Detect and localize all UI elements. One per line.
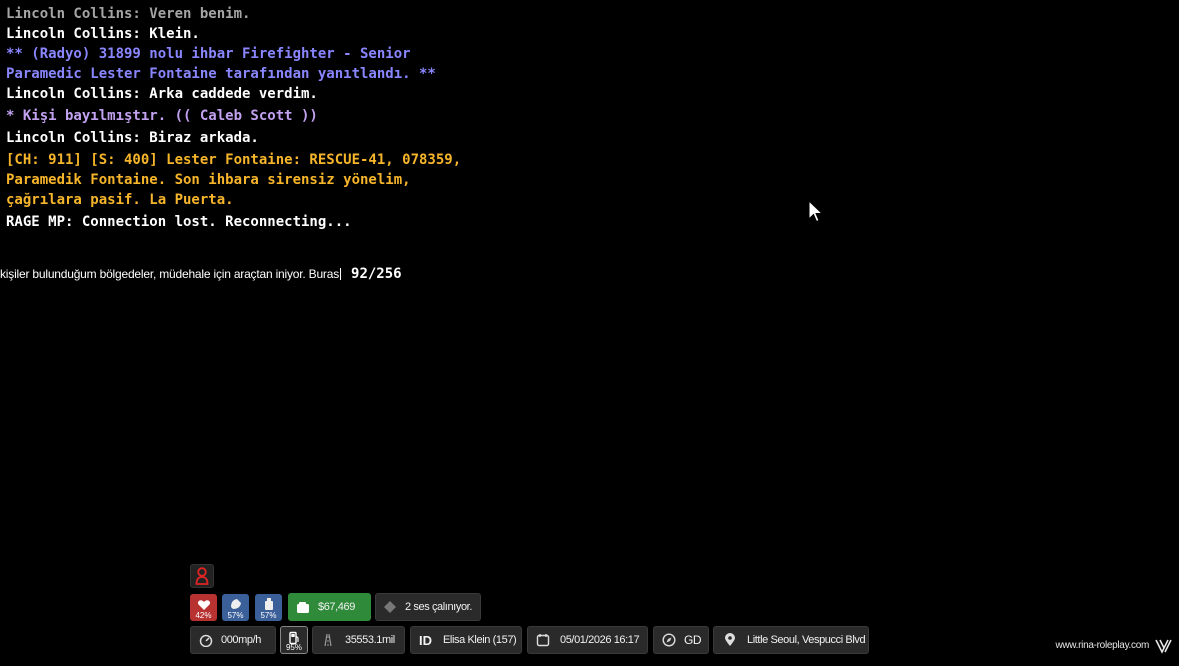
chat-line: [CH: 911] [S: 400] Lester Fontaine: RESC… (6, 152, 462, 208)
person-red-icon (195, 567, 209, 585)
road-icon (321, 633, 335, 647)
datetime-value: 05/01/2026 16:17 (560, 634, 640, 646)
bottle-icon (264, 598, 273, 610)
chat-line: Lincoln Collins: Biraz arkada. (6, 130, 259, 146)
health-percent: 42% (195, 611, 212, 620)
chat-line: ** (Radyo) 31899 nolu ihbar Firefighter … (6, 46, 436, 82)
food-icon (230, 599, 241, 609)
chat-line: Lincoln Collins: Arka caddede verdim. (6, 86, 318, 102)
id-label: ID (419, 632, 432, 648)
calendar-icon (536, 633, 550, 647)
wallet-icon (296, 600, 310, 614)
money-amount: $67,469 (318, 601, 355, 613)
chat-line: * Kişi bayılmıştır. (( Caleb Scott )) (6, 108, 318, 124)
datetime-display: 05/01/2026 16:17 (527, 626, 648, 654)
hunger-indicator: 57% (222, 594, 249, 621)
chat-line: Lincoln Collins: Klein. (6, 26, 200, 42)
heading-display: GD (653, 626, 709, 654)
voice-status: 2 ses çalınıyor. (375, 593, 481, 621)
compass-icon (662, 633, 676, 647)
text-caret (340, 268, 342, 280)
thirst-indicator: 57% (255, 594, 282, 621)
fuel-indicator: 95% (280, 626, 308, 654)
hunger-percent: 57% (227, 611, 244, 620)
odometer-value: 35553.1mil (345, 634, 395, 646)
health-indicator: 42% (190, 594, 217, 621)
odometer-display: 35553.1mil (312, 626, 405, 654)
speedometer-icon (199, 633, 213, 647)
diamond-icon (383, 600, 397, 614)
chat-input-row[interactable]: kişiler bulunduğum bölgedeler, müdehale … (0, 264, 402, 284)
chat-log: Lincoln Collins: Veren benim. Lincoln Co… (6, 4, 606, 232)
player-name: Elisa Klein (157) (443, 634, 517, 646)
player-id-display: ID Elisa Klein (157) (410, 626, 522, 654)
speed-display: 000mp/h (190, 626, 276, 654)
char-counter: 92/256 (351, 266, 402, 282)
thirst-percent: 57% (260, 611, 277, 620)
voice-status-text: 2 ses çalınıyor. (405, 601, 472, 613)
watermark-url: www.rina-roleplay.com (1055, 640, 1149, 651)
heart-icon (197, 600, 210, 610)
server-logo-icon (1155, 639, 1172, 654)
wanted-indicator (190, 564, 214, 588)
chat-line: Lincoln Collins: Veren benim. (6, 6, 251, 22)
speed-value: 000mp/h (221, 634, 262, 646)
location-value: Little Seoul, Vespucci Blvd (747, 634, 866, 646)
fuel-percent: 95% (285, 643, 302, 652)
location-display: Little Seoul, Vespucci Blvd (713, 626, 869, 654)
chat-line: RAGE MP: Connection lost. Reconnecting..… (6, 214, 352, 230)
map-pin-icon (723, 633, 737, 647)
heading-value: GD (684, 633, 702, 647)
mouse-cursor-icon (808, 200, 824, 223)
chat-input[interactable]: kişiler bulunduğum bölgedeler, müdehale … (0, 267, 339, 281)
money-display: $67,469 (288, 593, 371, 621)
